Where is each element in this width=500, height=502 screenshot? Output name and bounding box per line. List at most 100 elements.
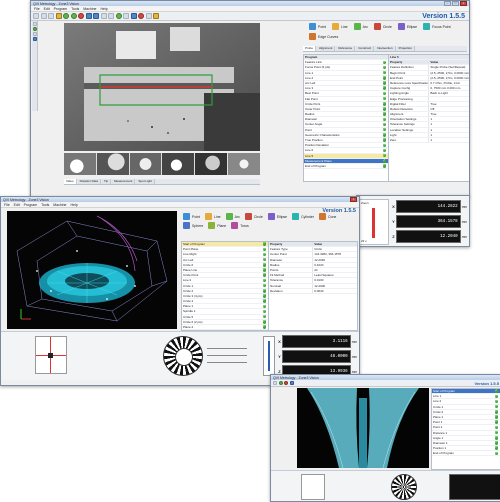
save-icon[interactable] [48, 13, 54, 19]
stop-icon[interactable] [78, 13, 84, 19]
home-icon[interactable] [116, 13, 122, 19]
feature-button-cone[interactable]: Cone [319, 213, 336, 220]
close-button[interactable]: × [460, 1, 467, 7]
feature-button-ellipse[interactable]: Ellipse [398, 23, 417, 30]
zoom-in-icon[interactable] [101, 13, 107, 19]
zoom-slider[interactable] [372, 208, 375, 238]
zoom-gauge[interactable] [263, 336, 275, 376]
property-row[interactable]: Zero1 [389, 138, 469, 143]
tool-measure-icon[interactable] [33, 27, 37, 31]
menu-item-edit[interactable]: Edit [44, 7, 50, 11]
close-button[interactable]: × [350, 197, 357, 203]
camera-icon[interactable] [86, 13, 92, 19]
check-icon: ✓ [383, 154, 387, 158]
new-file-icon[interactable] [33, 13, 39, 19]
check-icon: ✓ [263, 268, 267, 272]
light-sliders[interactable] [207, 342, 247, 368]
menu-item-help[interactable]: Help [101, 7, 108, 11]
property-row[interactable]: Deviation0.0040 [269, 289, 357, 294]
menu-item-file[interactable]: File [4, 203, 10, 207]
menu-item-machine[interactable]: Machine [53, 203, 66, 207]
dro-icon[interactable] [131, 13, 137, 19]
menu-item-tools[interactable]: Tools [71, 7, 79, 11]
tree-item-label: Circle 3 (4 pts) [183, 294, 203, 298]
tool-pan-icon[interactable] [33, 32, 37, 36]
feature-button-torus[interactable]: Torus [231, 222, 249, 229]
cad-viewport[interactable] [7, 211, 177, 329]
feature-button-focus-point[interactable]: Focus Point [423, 23, 450, 30]
tab-construct[interactable]: Construct [356, 46, 374, 51]
camera-icon[interactable] [290, 381, 294, 385]
tree-item-label: Measurement Plane [305, 159, 332, 163]
settings-icon[interactable] [146, 13, 152, 19]
open-file-icon[interactable] [41, 13, 47, 19]
tab-projection[interactable]: Projection [397, 46, 415, 51]
feature-button-line[interactable]: Line [205, 213, 221, 220]
measure-preview[interactable] [301, 474, 325, 500]
feature-button-point[interactable]: Point [309, 23, 326, 30]
zoom-out-icon[interactable] [108, 13, 114, 19]
minimize-button[interactable]: – [444, 1, 451, 7]
menu-item-help[interactable]: Help [71, 203, 78, 207]
check-icon: ✓ [263, 315, 267, 319]
step-icon[interactable] [71, 13, 77, 19]
print-icon[interactable] [56, 13, 62, 19]
measure-preview[interactable] [35, 336, 67, 374]
report-icon[interactable] [153, 13, 159, 19]
tab-measurement[interactable]: Measurement [112, 179, 135, 184]
tab-intersection[interactable]: Intersection [375, 46, 396, 51]
menu-item-program[interactable]: Program [54, 7, 67, 11]
menu-item-edit[interactable]: Edit [14, 203, 20, 207]
zoom-control[interactable]: Zoom 23 x [359, 199, 389, 245]
tool-zoom-icon[interactable] [33, 37, 37, 41]
tree-item[interactable]: End of Program✓ [304, 164, 388, 169]
feature-button-arc[interactable]: Arc [226, 213, 240, 220]
tree-item[interactable]: End of Program✓ [432, 451, 500, 456]
tab-tip[interactable]: Tip [102, 179, 111, 184]
thumbnail-1[interactable] [64, 153, 96, 175]
feature-button-edge-curves[interactable]: Edge Curves [309, 33, 338, 40]
stop-icon[interactable] [284, 381, 288, 385]
feature-button-sphere[interactable]: Sphere [183, 222, 203, 229]
thumbnail-4[interactable] [162, 153, 194, 175]
thumbnail-2[interactable] [97, 153, 129, 175]
feature-button-plane[interactable]: Plane [208, 222, 226, 229]
menu-item-machine[interactable]: Machine [83, 7, 96, 11]
feature-button-circle[interactable]: Circle [245, 213, 263, 220]
ellipse-icon [398, 23, 405, 30]
thumbnail-5[interactable] [195, 153, 227, 175]
run-program-icon[interactable] [63, 13, 69, 19]
maximize-button[interactable]: □ [452, 1, 459, 7]
menu-item-file[interactable]: File [34, 7, 40, 11]
menu-item-program[interactable]: Program [24, 203, 37, 207]
tab-reference[interactable]: Reference [336, 46, 355, 51]
emergency-icon[interactable] [138, 13, 144, 19]
new-file-icon[interactable] [273, 381, 277, 385]
video-viewport[interactable] [64, 23, 260, 151]
tree-item-label: Line 1 [305, 71, 313, 75]
tab-video[interactable]: Video [64, 179, 77, 184]
tab-rotation-data[interactable]: Rotation Data [78, 179, 101, 184]
property-key: Reference Loss Specification [389, 81, 429, 85]
run-program-icon[interactable] [279, 381, 283, 385]
tab-probe[interactable]: Probe [303, 46, 316, 51]
tree-item-label: Position 1 [433, 446, 446, 450]
cad-viewport[interactable] [297, 388, 429, 468]
tree-item-label: Geometric Characteristics [305, 133, 340, 137]
thumbnail-3[interactable] [130, 153, 162, 175]
light-icon[interactable] [93, 13, 99, 19]
tool-select-icon[interactable] [33, 22, 37, 26]
tab-alignment[interactable]: Alignment [317, 46, 335, 51]
menu-item-tools[interactable]: Tools [41, 203, 49, 207]
feature-button-ellipse[interactable]: Ellipse [268, 213, 287, 220]
grid-icon[interactable] [123, 13, 129, 19]
ring-light[interactable] [391, 474, 417, 500]
feature-button-arc[interactable]: Arc [354, 23, 368, 30]
feature-button-line[interactable]: Line [332, 23, 348, 30]
feature-button-point[interactable]: Point [183, 213, 200, 220]
thumbnail-6[interactable] [228, 153, 260, 175]
feature-button-cylinder[interactable]: Cylinder [292, 213, 314, 220]
tab-spot-light[interactable]: Spot Light [136, 179, 155, 184]
ring-light[interactable] [163, 336, 203, 376]
feature-button-circle[interactable]: Circle [374, 23, 392, 30]
